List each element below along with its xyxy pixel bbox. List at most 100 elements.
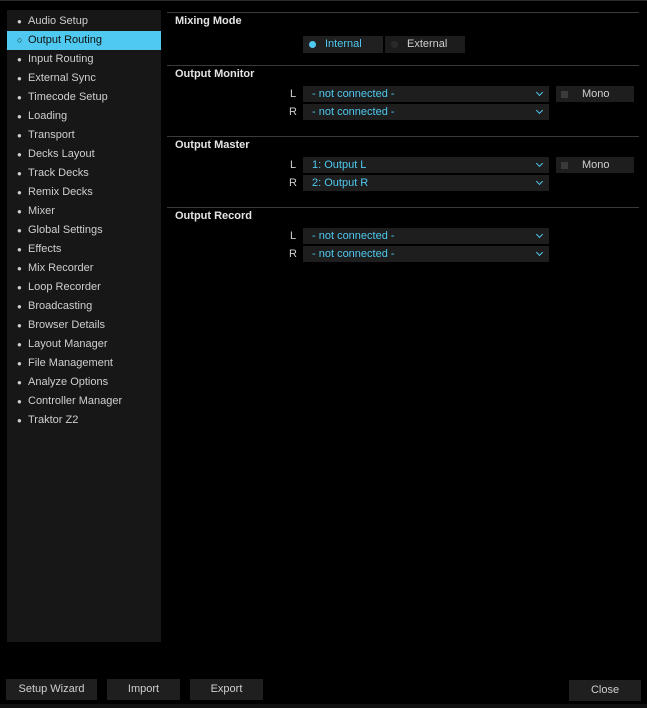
sidebar-item-remix-decks[interactable]: ● Remix Decks (7, 183, 161, 202)
chevron-down-icon (535, 248, 544, 257)
sidebar-item-audio-setup[interactable]: ● Audio Setup (7, 12, 161, 31)
bullet-icon: ● (17, 93, 22, 102)
sidebar-item-timecode-setup[interactable]: ● Timecode Setup (7, 88, 161, 107)
output-monitor-left-row: L - not connected - Mono (167, 86, 639, 103)
output-master-left-dropdown[interactable]: 1: Output L (303, 157, 549, 173)
preferences-sidebar: ● Audio Setup ○ Output Routing ● Input Rout… (7, 10, 161, 642)
chevron-down-icon (535, 159, 544, 168)
output-record-left-dropdown[interactable]: - not connected - (303, 228, 549, 244)
sidebar-item-label: Broadcasting (28, 300, 93, 312)
bullet-icon: ● (17, 112, 22, 121)
output-record-right-dropdown[interactable]: - not connected - (303, 246, 549, 262)
output-monitor-right-dropdown[interactable]: - not connected - (303, 104, 549, 120)
mono-label: Mono (582, 88, 610, 100)
sidebar-item-transport[interactable]: ● Transport (7, 126, 161, 145)
mixing-mode-radio-group: Internal External (303, 36, 467, 53)
chevron-down-icon (535, 106, 544, 115)
output-record-section: Output Record L - not connected - R - no… (167, 207, 639, 278)
channel-label-left: L (289, 88, 297, 100)
sidebar-item-decks-layout[interactable]: ● Decks Layout (7, 145, 161, 164)
sidebar-item-label: Timecode Setup (28, 91, 108, 103)
window-bottom-edge (0, 704, 647, 708)
bullet-icon: ● (17, 359, 22, 368)
channel-label-left: L (289, 159, 297, 171)
radio-dot-icon (309, 41, 316, 48)
mono-label: Mono (582, 159, 610, 171)
sidebar-item-mixer[interactable]: ● Mixer (7, 202, 161, 221)
checkbox-icon (561, 90, 568, 98)
bullet-icon: ● (17, 17, 22, 26)
sidebar-item-effects[interactable]: ● Effects (7, 240, 161, 259)
bullet-icon: ● (17, 378, 22, 387)
bullet-icon: ● (17, 397, 22, 406)
close-button[interactable]: Close (569, 680, 641, 701)
chevron-down-icon (535, 177, 544, 186)
dropdown-value: - not connected - (312, 88, 395, 100)
bullet-icon: ● (17, 264, 22, 273)
sidebar-item-label: Audio Setup (28, 15, 88, 27)
bullet-icon: ● (17, 169, 22, 178)
checkbox-icon (561, 161, 568, 169)
bullet-icon: ● (17, 207, 22, 216)
bullet-icon: ● (17, 131, 22, 140)
output-master-right-row: R 2: Output R (167, 175, 639, 192)
sidebar-item-label: Mixer (28, 205, 55, 217)
sidebar-item-label: Mix Recorder (28, 262, 94, 274)
output-master-right-dropdown[interactable]: 2: Output R (303, 175, 549, 191)
sidebar-item-layout-manager[interactable]: ● Layout Manager (7, 335, 161, 354)
sidebar-item-loop-recorder[interactable]: ● Loop Recorder (7, 278, 161, 297)
dropdown-value: - not connected - (312, 248, 395, 260)
radio-dot-icon (391, 41, 398, 48)
sidebar-item-mix-recorder[interactable]: ● Mix Recorder (7, 259, 161, 278)
output-master-section: Output Master L 1: Output L Mono R 2: Ou… (167, 136, 639, 207)
bullet-icon: ● (17, 226, 22, 235)
sidebar-item-broadcasting[interactable]: ● Broadcasting (7, 297, 161, 316)
bullet-icon: ● (17, 321, 22, 330)
sidebar-item-label: Output Routing (28, 34, 102, 46)
mixing-mode-section: Mixing Mode Internal External (167, 12, 639, 65)
bullet-icon: ● (17, 302, 22, 311)
sidebar-item-browser-details[interactable]: ● Browser Details (7, 316, 161, 335)
bullet-icon: ● (17, 150, 22, 159)
sidebar-item-label: Track Decks (28, 167, 89, 179)
radio-label: External (407, 38, 448, 50)
mixing-mode-internal-radio[interactable]: Internal (303, 36, 383, 53)
output-monitor-section: Output Monitor L - not connected - Mono … (167, 65, 639, 136)
sidebar-item-analyze-options[interactable]: ● Analyze Options (7, 373, 161, 392)
sidebar-item-label: Transport (28, 129, 75, 141)
sidebar-item-label: Remix Decks (28, 186, 93, 198)
sidebar-item-track-decks[interactable]: ● Track Decks (7, 164, 161, 183)
bullet-icon: ● (17, 188, 22, 197)
sidebar-item-traktor-z2[interactable]: ● Traktor Z2 (7, 411, 161, 430)
sidebar-item-external-sync[interactable]: ● External Sync (7, 69, 161, 88)
dropdown-value: - not connected - (312, 230, 395, 242)
channel-label-right: R (289, 177, 297, 189)
chevron-down-icon (535, 230, 544, 239)
sidebar-item-global-settings[interactable]: ● Global Settings (7, 221, 161, 240)
sidebar-item-input-routing[interactable]: ● Input Routing (7, 50, 161, 69)
output-record-right-row: R - not connected - (167, 246, 639, 263)
sidebar-item-controller-manager[interactable]: ● Controller Manager (7, 392, 161, 411)
sidebar-item-output-routing[interactable]: ○ Output Routing (7, 31, 161, 50)
sidebar-item-file-management[interactable]: ● File Management (7, 354, 161, 373)
export-button[interactable]: Export (190, 679, 263, 700)
channel-label-right: R (289, 106, 297, 118)
sidebar-item-loading[interactable]: ● Loading (7, 107, 161, 126)
setup-wizard-button[interactable]: Setup Wizard (6, 679, 97, 700)
bullet-icon: ● (17, 55, 22, 64)
sidebar-item-label: File Management (28, 357, 113, 369)
sidebar-item-label: Global Settings (28, 224, 103, 236)
output-monitor-right-row: R - not connected - (167, 104, 639, 121)
output-master-mono-toggle[interactable]: Mono (556, 157, 634, 173)
sidebar-item-label: Loop Recorder (28, 281, 101, 293)
import-button[interactable]: Import (107, 679, 180, 700)
sidebar-item-label: Decks Layout (28, 148, 95, 160)
sidebar-item-label: Effects (28, 243, 62, 255)
output-monitor-left-dropdown[interactable]: - not connected - (303, 86, 549, 102)
selected-ring-icon: ○ (17, 35, 23, 45)
section-title: Output Master (175, 139, 250, 151)
mixing-mode-external-radio[interactable]: External (385, 36, 465, 53)
output-monitor-mono-toggle[interactable]: Mono (556, 86, 634, 102)
sidebar-item-label: Analyze Options (28, 376, 109, 388)
output-master-left-row: L 1: Output L Mono (167, 157, 639, 174)
